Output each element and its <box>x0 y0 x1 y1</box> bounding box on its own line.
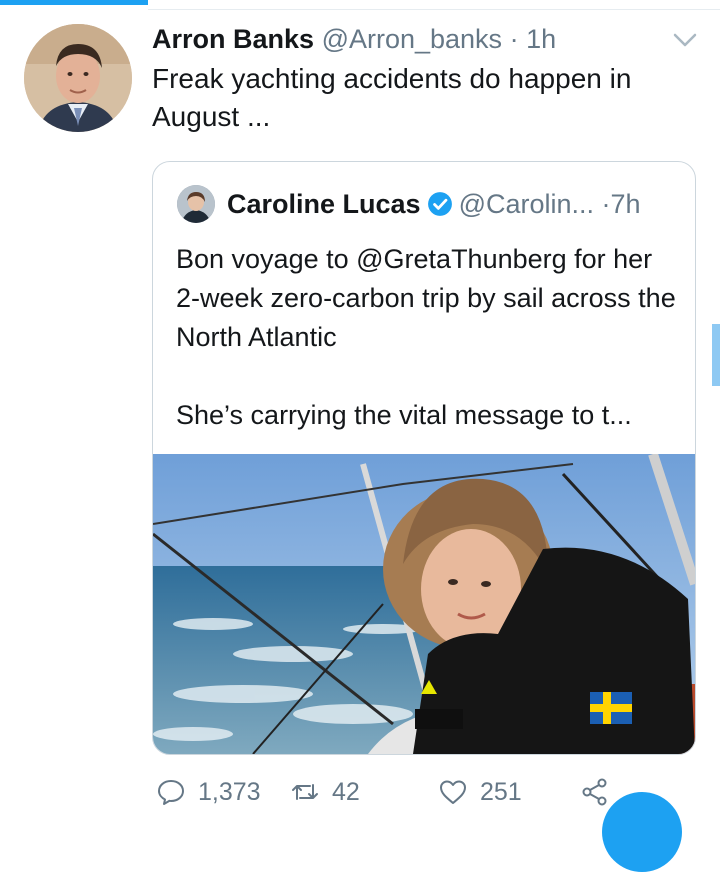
quoted-user-handle[interactable]: @Carolin... <box>459 189 594 219</box>
user-handle[interactable]: @Arron_banks <box>322 24 503 54</box>
like-button[interactable]: 251 <box>438 775 522 809</box>
tweet-text: Freak yachting accidents do happen in Au… <box>152 63 632 132</box>
reply-icon <box>158 780 184 805</box>
like-count: 251 <box>480 777 522 806</box>
quoted-tweet-card[interactable]: Caroline Lucas @Carolin... ·7h Bon voyag… <box>152 161 696 755</box>
display-name[interactable]: Arron Banks <box>152 24 314 54</box>
top-divider <box>148 9 720 10</box>
sailboat-photo[interactable] <box>153 454 695 754</box>
retweet-button[interactable]: 42 <box>290 775 360 809</box>
heart-icon <box>440 780 466 804</box>
quoted-avatar[interactable] <box>177 185 215 223</box>
person-photo-avatar-icon <box>24 24 132 132</box>
reply-button[interactable]: 1,373 <box>156 775 261 809</box>
scrollbar[interactable] <box>712 324 720 386</box>
quoted-tweet-time: 7h <box>610 189 641 219</box>
tweet-time[interactable]: 1h <box>526 24 556 54</box>
quoted-display-name[interactable]: Caroline Lucas <box>227 189 421 219</box>
retweet-icon <box>292 784 318 800</box>
avatar[interactable] <box>24 24 132 132</box>
top-progress-bar <box>0 0 148 5</box>
verified-badge-icon <box>427 192 452 216</box>
quoted-paragraph: She’s carrying the vital message to t... <box>176 400 632 430</box>
quoted-tweet-header: Caroline Lucas @Carolin... ·7h <box>227 187 641 221</box>
chevron-down-icon[interactable] <box>672 30 698 50</box>
quoted-tweet-text: Bon voyage to @GretaThunberg for her 2-w… <box>176 240 676 435</box>
tweet-header: Arron Banks @Arron_banks · 1h <box>152 22 556 56</box>
reply-count: 1,373 <box>198 777 261 806</box>
separator-dot: · <box>601 189 611 219</box>
share-icon <box>582 778 607 806</box>
compose-tweet-button[interactable] <box>602 792 682 872</box>
retweet-count: 42 <box>332 777 360 806</box>
person-photo-avatar-icon <box>177 185 215 223</box>
quoted-paragraph: Bon voyage to @GretaThunberg for her 2-w… <box>176 244 676 352</box>
separator-dot: · <box>509 24 519 54</box>
